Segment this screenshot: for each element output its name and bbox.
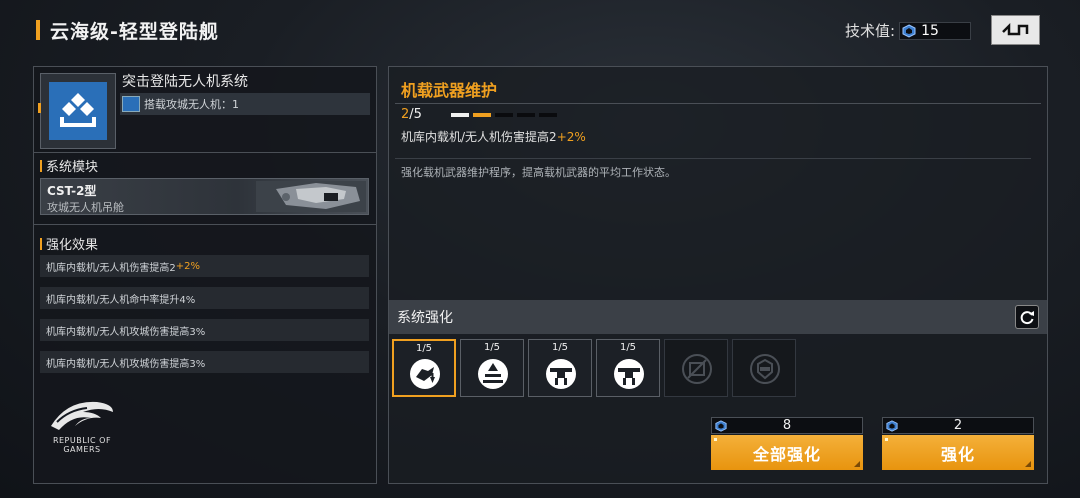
system-sub-text: 搭载攻城无人机：1 [144,98,239,111]
enhance-header: 系统强化 [389,300,1047,334]
level-pip [495,113,513,117]
enhance-heading: 系统强化 [397,310,453,326]
upgrade-all-cost: 8 [711,417,863,434]
cost-value: 2 [953,418,963,433]
drone-upgrade-icon [410,359,440,389]
upgrade-label: 强化 [940,444,975,464]
slot-level: 1/5 [415,343,433,354]
module-name: 攻城无人机吊舱 [47,201,124,214]
effect-row: 机库内载机/无人机伤害提高2 +2% [40,255,369,277]
system-module-card[interactable]: CST-2型 攻城无人机吊舱 [40,178,369,215]
divider [395,103,1041,104]
enhance-slot-locked[interactable] [732,339,796,397]
module-code: CST-2型 [47,184,97,198]
enhance-slot-locked[interactable] [664,339,728,397]
page-header: 云海级-轻型登陆舰 [36,18,219,43]
effect-text: 机库内载机/无人机伤害提高2 [401,130,557,144]
tech-points: 技术值: 15 [845,20,972,41]
level-max: /5 [409,107,422,122]
enhance-slots: 1/5 1/5 1/5 1/5 [392,339,796,397]
upgrade-effect: 机库内载机/无人机伤害提高2+2% [401,128,586,145]
effect-text: 机库内载机/无人机命中率提升4% [46,294,196,306]
divider [34,224,376,225]
cost-value: 8 [782,418,792,433]
tech-label: 技术值: [845,22,896,40]
back-arrow-icon [1001,22,1028,36]
system-info-panel: 突击登陆无人机系统 搭载攻城无人机：1 系统模块 CST-2型 攻城无人机吊舱 … [33,66,377,484]
rog-eye-icon [51,401,113,430]
reset-button[interactable] [1015,305,1039,329]
effect-plus: +2% [175,260,200,272]
effect-row: 机库内载机/无人机攻城伤害提高3% [40,351,369,373]
locked-shield-icon [750,354,780,384]
drone-mini-icon [122,96,140,112]
enhance-slot[interactable]: 1/5 [460,339,524,397]
tech-crystal-icon [902,23,916,38]
back-button[interactable] [991,15,1040,45]
system-name: 突击登陆无人机系统 [122,74,248,90]
level-pip [451,113,469,117]
effect-text: 机库内载机/无人机攻城伤害提高3% [46,358,206,370]
module-heading: 系统模块 [40,156,98,175]
drone-pod-image [256,181,366,212]
enhance-slot[interactable]: 1/5 [596,339,660,397]
upgrade-title: 机载武器维护 [401,81,498,100]
upgrade-cost: 2 [882,417,1034,434]
locked-module-icon [682,354,712,384]
upgrade-all-group: 8 全部强化 [711,417,863,471]
launch-icon [478,359,508,389]
level-pip [517,113,535,117]
drone-attack-icon [546,359,576,389]
system-icon-frame [40,73,116,149]
refresh-icon [1020,311,1034,325]
upgrade-detail-panel: 机载武器维护 2/5 机库内载机/无人机伤害提高2+2% 强化载机武器维护程序，… [388,66,1048,484]
effect-row: 机库内载机/无人机攻城伤害提高3% [40,319,369,341]
level-pip [539,113,557,117]
upgrade-button[interactable]: 强化 [882,435,1034,470]
landing-drone-system-icon [49,82,107,140]
upgrade-all-label: 全部强化 [752,444,821,464]
upgrade-all-button[interactable]: 全部强化 [711,435,863,470]
logo-text: GAMERS [63,445,101,454]
slot-level: 1/5 [483,342,501,353]
divider [395,158,1031,159]
logo-text: REPUBLIC OF [52,436,112,445]
corner-dot [714,438,717,441]
upgrade-description: 强化载机武器维护程序，提高载机武器的平均工作状态。 [401,166,676,179]
tech-value: 15 [921,22,939,39]
level-progress [451,113,557,117]
drone-attack-icon [614,359,644,389]
upgrade-level: 2/5 [401,107,422,122]
selected-marker [38,103,41,113]
page-title: 云海级-轻型登陆舰 [50,20,219,43]
effect-text: 机库内载机/无人机攻城伤害提高3% [46,326,206,338]
effect-plus: +2% [556,130,586,144]
system-sub-info: 搭载攻城无人机：1 [120,93,370,115]
slot-level: 1/5 [551,342,569,353]
effects-heading: 强化效果 [40,234,98,253]
enhance-slot[interactable]: 1/5 [528,339,592,397]
divider [34,152,376,153]
tech-value-box: 15 [899,21,972,40]
rog-logo: REPUBLIC OF GAMERS [40,383,124,467]
slot-level: 1/5 [619,342,637,353]
enhance-slot[interactable]: 1/5 [392,339,456,397]
title-accent [36,20,40,40]
upgrade-group: 2 强化 [882,417,1034,471]
corner-dot [885,438,888,441]
effect-text: 机库内载机/无人机伤害提高2 [46,262,176,274]
level-pip [473,113,491,117]
effect-row: 机库内载机/无人机命中率提升4% [40,287,369,309]
